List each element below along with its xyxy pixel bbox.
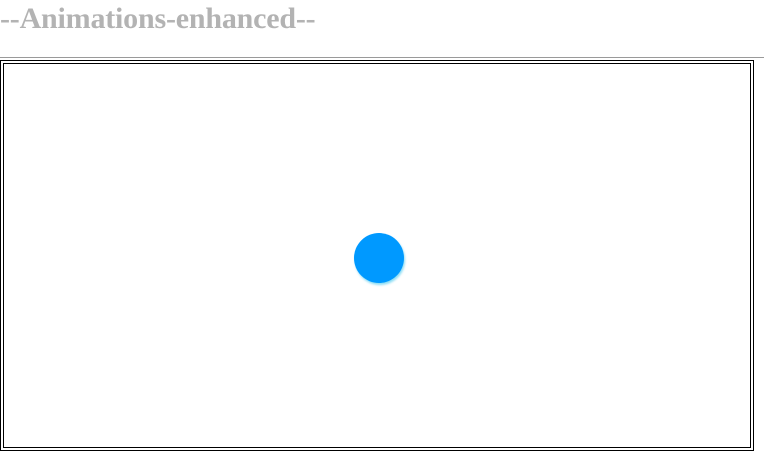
app-window: --Animations-enhanced--: [0, 0, 764, 462]
title-divider: [0, 57, 764, 58]
animated-ball[interactable]: [354, 233, 404, 283]
bottom-strip: [0, 455, 764, 462]
animation-stage: [0, 60, 754, 451]
animation-canvas[interactable]: [3, 63, 751, 448]
page-title: --Animations-enhanced--: [0, 2, 316, 35]
